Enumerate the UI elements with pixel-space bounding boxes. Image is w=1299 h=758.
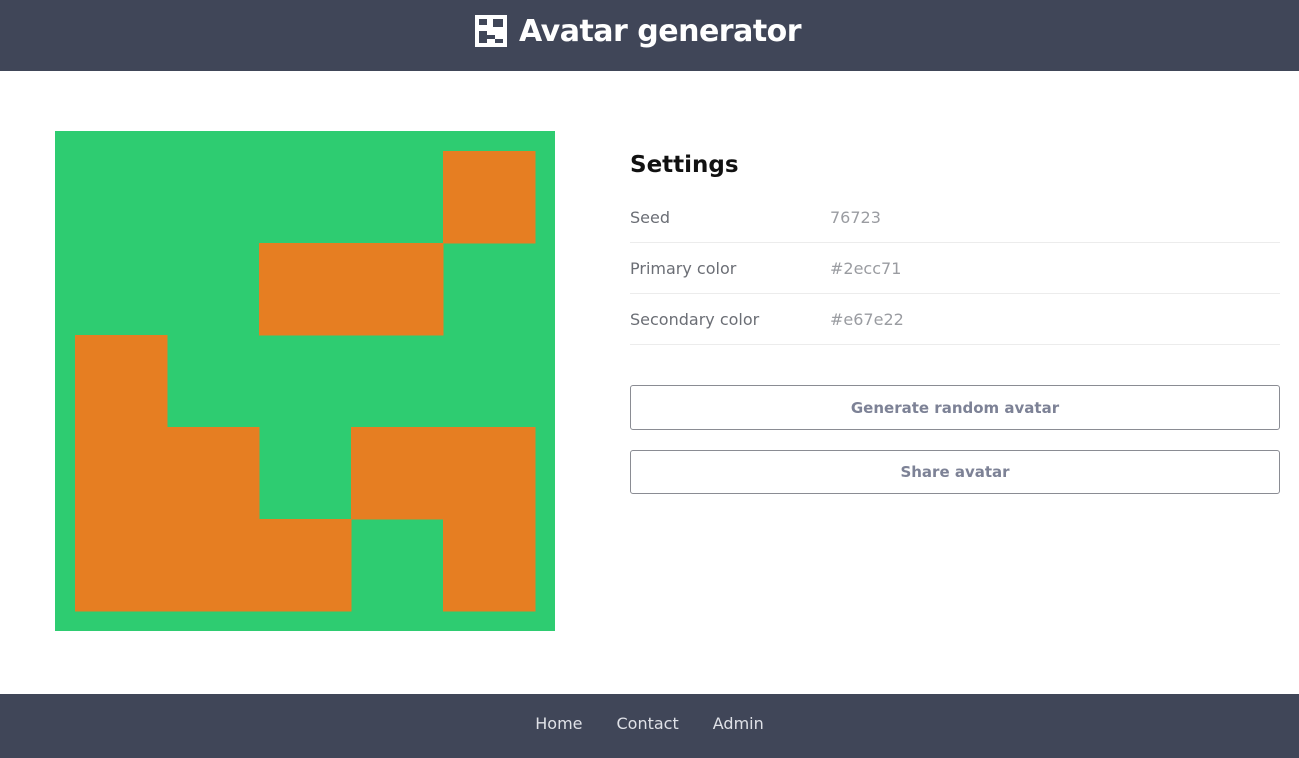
footer-link-contact[interactable]: Contact bbox=[617, 714, 679, 733]
avatar-preview bbox=[55, 131, 555, 631]
seed-row: Seed 76723 bbox=[630, 192, 1280, 243]
avatar-cell bbox=[443, 519, 536, 612]
avatar-cell bbox=[351, 427, 444, 520]
primary-color-value: #2ecc71 bbox=[830, 258, 902, 278]
footer-link-home[interactable]: Home bbox=[535, 714, 582, 733]
footer: Home Contact Admin bbox=[0, 694, 1299, 758]
avatar-cell bbox=[443, 151, 536, 244]
avatar-cell bbox=[443, 427, 536, 520]
share-avatar-button[interactable]: Share avatar bbox=[630, 450, 1280, 494]
settings-heading: Settings bbox=[630, 152, 739, 178]
identicon-logo-icon bbox=[475, 15, 507, 47]
top-bar: Avatar generator bbox=[0, 0, 1299, 71]
seed-value: 76723 bbox=[830, 207, 881, 227]
secondary-color-value: #e67e22 bbox=[830, 309, 904, 329]
avatar-cell bbox=[167, 519, 260, 612]
primary-color-row: Primary color #2ecc71 bbox=[630, 243, 1280, 294]
secondary-color-row: Secondary color #e67e22 bbox=[630, 294, 1280, 345]
avatar-cell bbox=[167, 427, 260, 520]
avatar-cell bbox=[259, 519, 352, 612]
avatar-cell bbox=[75, 427, 168, 520]
app-title: Avatar generator bbox=[519, 13, 802, 49]
primary-color-label: Primary color bbox=[630, 258, 737, 278]
footer-nav: Home Contact Admin bbox=[0, 694, 1299, 758]
settings-panel: Settings Seed 76723 Primary color #2ecc7… bbox=[630, 140, 1280, 494]
avatar-cell bbox=[259, 243, 352, 336]
secondary-color-label: Secondary color bbox=[630, 309, 760, 329]
avatar-cell bbox=[351, 243, 444, 336]
avatar-cell bbox=[75, 335, 168, 428]
avatar-cell bbox=[75, 519, 168, 612]
avatar-image bbox=[55, 131, 555, 631]
brand[interactable]: Avatar generator bbox=[475, 0, 802, 62]
seed-label: Seed bbox=[630, 207, 670, 227]
footer-link-admin[interactable]: Admin bbox=[713, 714, 764, 733]
generate-random-avatar-button[interactable]: Generate random avatar bbox=[630, 385, 1280, 430]
